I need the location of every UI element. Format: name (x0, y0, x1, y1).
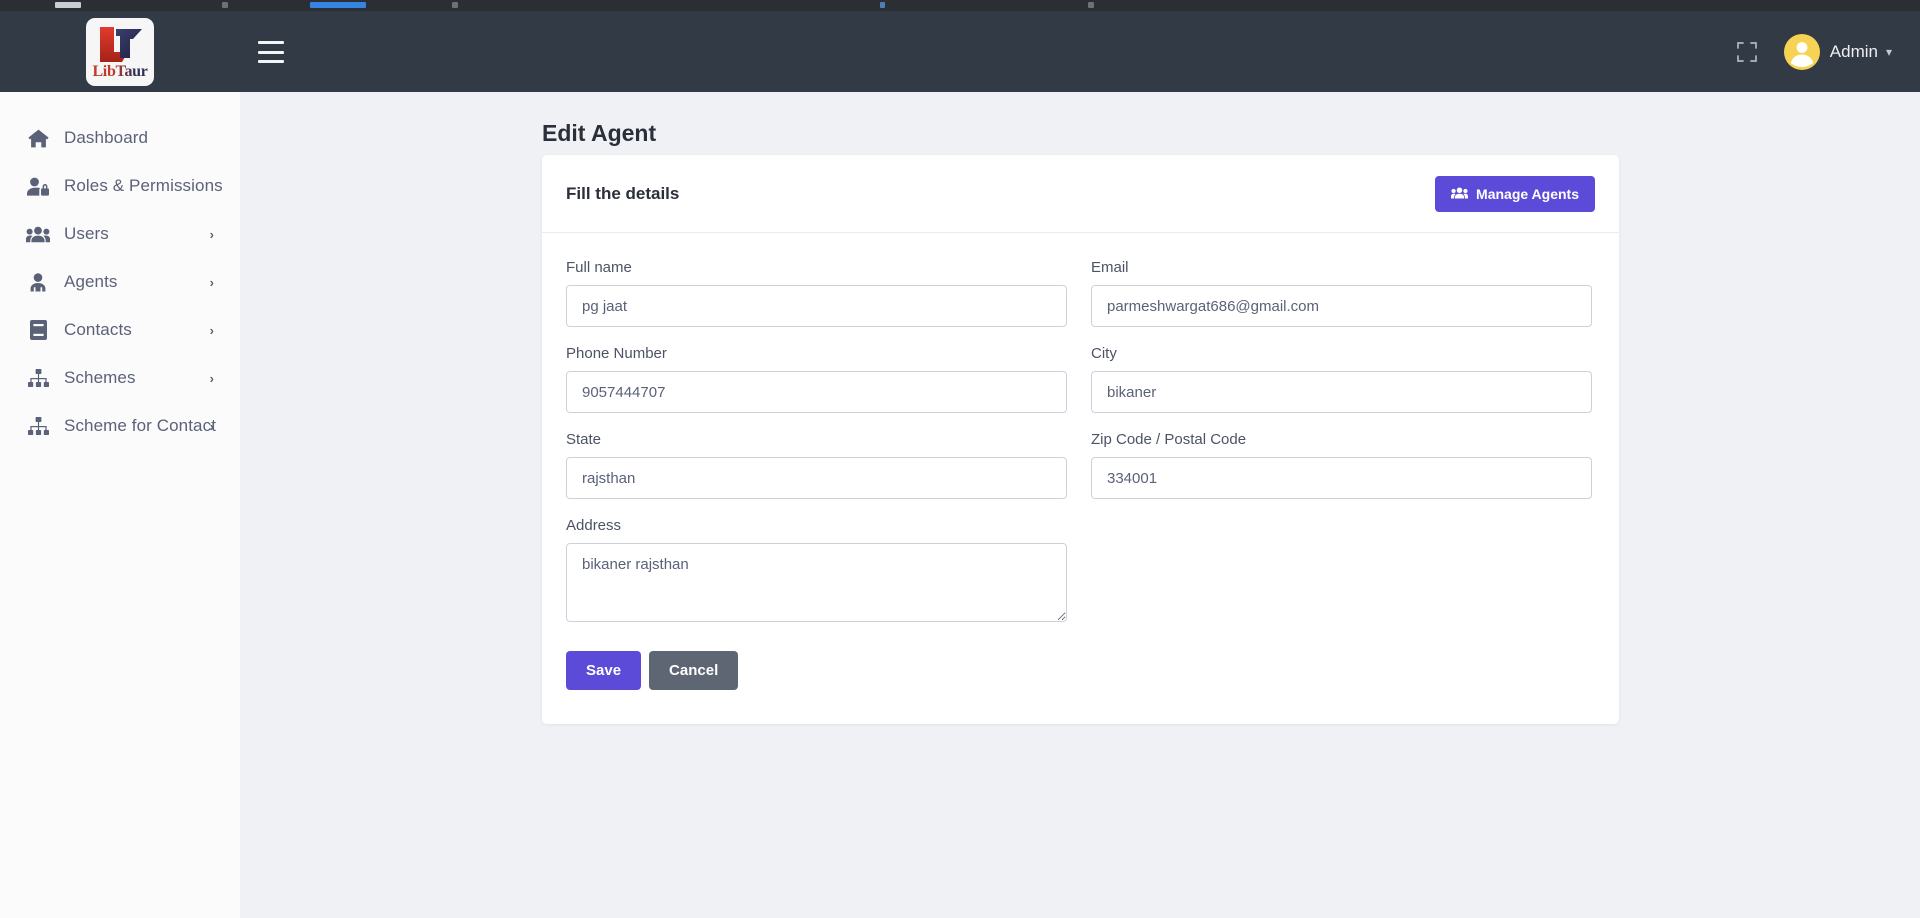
chevron-right-icon: › (210, 227, 214, 242)
field-group-state: State (566, 431, 1067, 499)
city-label: City (1091, 345, 1592, 362)
manage-agents-label: Manage Agents (1476, 186, 1579, 202)
users-icon (1451, 186, 1468, 202)
phone-label: Phone Number (566, 345, 1067, 362)
card-header: Fill the details Manage Agents (542, 155, 1619, 233)
agent-icon (26, 273, 50, 292)
city-input[interactable] (1091, 371, 1592, 413)
phone-input[interactable] (566, 371, 1067, 413)
chevron-down-icon: ▾ (1886, 45, 1892, 59)
hamburger-icon[interactable] (258, 41, 284, 63)
chevron-right-icon: › (210, 371, 214, 386)
address-label: Address (566, 517, 1067, 534)
taskbar-chip (55, 2, 81, 8)
book-icon (26, 320, 50, 340)
form-row-name-email: Full name Email (566, 259, 1595, 327)
sidebar-item-label: Users (64, 224, 109, 244)
user-menu[interactable]: Admin ▾ (1784, 34, 1892, 70)
sidebar-item-label: Contacts (64, 320, 132, 340)
taskbar-active-tab-chip (310, 2, 366, 8)
home-icon (26, 129, 50, 148)
field-group-city: City (1091, 345, 1592, 413)
state-input[interactable] (566, 457, 1067, 499)
state-label: State (566, 431, 1067, 448)
taskbar-chip (222, 2, 228, 8)
full-name-label: Full name (566, 259, 1067, 276)
manage-agents-button[interactable]: Manage Agents (1435, 176, 1595, 212)
users-icon (26, 226, 50, 243)
form-actions: Save Cancel (566, 651, 1595, 690)
taskbar-chip (452, 2, 458, 8)
chevron-right-icon: › (210, 419, 214, 434)
avatar (1784, 34, 1820, 70)
sidebar-item-label: Roles & Permissions (64, 176, 223, 196)
email-label: Email (1091, 259, 1592, 276)
os-taskbar-strip (0, 0, 1920, 11)
hamburger-bar (258, 51, 284, 54)
header-right-group: Admin ▾ (1736, 11, 1892, 92)
field-group-email: Email (1091, 259, 1592, 327)
sidebar-item-dashboard[interactable]: Dashboard (0, 114, 240, 162)
email-input[interactable] (1091, 285, 1592, 327)
page-title: Edit Agent (542, 120, 1920, 147)
user-name-label: Admin (1830, 42, 1878, 62)
card-heading: Fill the details (566, 184, 679, 204)
sidebar-item-agents[interactable]: Agents › (0, 258, 240, 306)
cancel-button[interactable]: Cancel (649, 651, 738, 690)
sitemap-icon (26, 369, 50, 387)
sitemap-icon (26, 417, 50, 435)
sidebar-item-label: Scheme for Contact (64, 416, 216, 436)
taskbar-chip (880, 2, 885, 8)
sidebar-item-label: Schemes (64, 368, 136, 388)
form-row-phone-city: Phone Number City (566, 345, 1595, 413)
address-textarea[interactable]: bikaner rajsthan (566, 543, 1067, 622)
edit-agent-card: Fill the details Manage Agents (542, 155, 1619, 724)
fullscreen-icon[interactable] (1736, 41, 1758, 63)
form-row-state-zip: State Zip Code / Postal Code (566, 431, 1595, 499)
field-group-zip: Zip Code / Postal Code (1091, 431, 1592, 499)
app-header: LibTaur Admin ▾ (0, 11, 1920, 92)
hamburger-bar (258, 60, 284, 63)
full-name-input[interactable] (566, 285, 1067, 327)
logo-mark-icon (92, 25, 148, 63)
user-lock-icon (26, 177, 50, 196)
card-body: Full name Email Phone Number City (542, 233, 1619, 724)
app-logo[interactable]: LibTaur (86, 18, 154, 86)
sidebar-item-schemes[interactable]: Schemes › (0, 354, 240, 402)
main-content: Edit Agent Fill the details Manage Agent… (240, 92, 1920, 918)
sidebar-item-users[interactable]: Users › (0, 210, 240, 258)
form-row-address: Address bikaner rajsthan (566, 517, 1595, 622)
field-group-full-name: Full name (566, 259, 1067, 327)
sidebar-item-label: Agents (64, 272, 118, 292)
sidebar-item-label: Dashboard (64, 128, 148, 148)
zip-input[interactable] (1091, 457, 1592, 499)
field-group-phone: Phone Number (566, 345, 1067, 413)
hamburger-bar (258, 41, 284, 44)
form-spacer (1091, 517, 1592, 622)
sidebar-item-roles-permissions[interactable]: Roles & Permissions (0, 162, 240, 210)
logo-wordmark: LibTaur (92, 64, 147, 80)
save-button[interactable]: Save (566, 651, 641, 690)
sidebar-item-scheme-for-contact[interactable]: Scheme for Contact › (0, 402, 240, 450)
chevron-right-icon: › (210, 275, 214, 290)
chevron-right-icon: › (210, 323, 214, 338)
sidebar: Dashboard Roles & Permissions Users (0, 92, 240, 918)
taskbar-chip (1088, 2, 1094, 8)
zip-label: Zip Code / Postal Code (1091, 431, 1592, 448)
sidebar-item-contacts[interactable]: Contacts › (0, 306, 240, 354)
field-group-address: Address bikaner rajsthan (566, 517, 1067, 622)
